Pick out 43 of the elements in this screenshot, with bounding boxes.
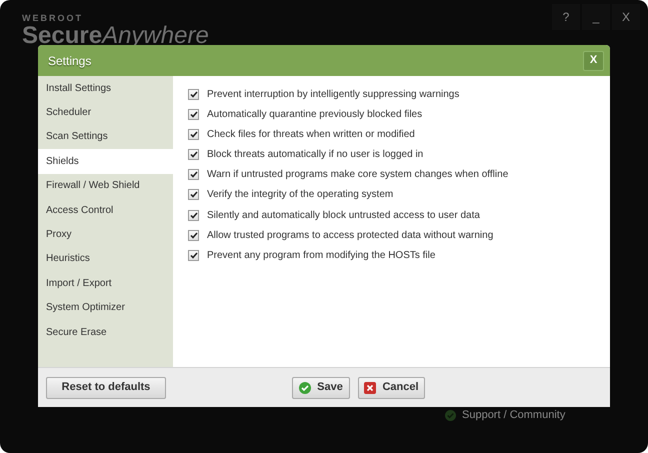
- reset-button[interactable]: Reset to defaults: [46, 376, 166, 398]
- checkbox[interactable]: [188, 108, 199, 120]
- checkbox[interactable]: [188, 88, 199, 100]
- window-button[interactable]: _: [582, 4, 610, 30]
- checkbox[interactable]: [188, 210, 199, 221]
- check-icon: [299, 382, 312, 394]
- sidebar-item[interactable]: Shields: [38, 149, 173, 174]
- close-button[interactable]: X: [583, 50, 604, 70]
- sidebar-item[interactable]: Access Control: [38, 198, 173, 222]
- sidebar-item[interactable]: Install Settings: [38, 76, 173, 100]
- support-link[interactable]: Support / Community: [462, 407, 566, 424]
- checkbox[interactable]: [188, 189, 199, 200]
- checkbox[interactable]: [188, 250, 199, 261]
- option-label: Silently and automatically block untrusted access to user data: [207, 208, 480, 223]
- option-label: Warn if untrusted programs make core system changes when offline: [207, 168, 508, 182]
- cancel-button[interactable]: Cancel: [358, 376, 425, 398]
- sidebar-item[interactable]: Proxy: [38, 222, 173, 247]
- dialog-title: Settings: [48, 52, 92, 70]
- window-button[interactable]: X: [612, 4, 640, 30]
- sidebar-item[interactable]: Firewall / Web Shield: [38, 174, 173, 198]
- sidebar-item[interactable]: Heuristics: [38, 246, 173, 272]
- checkbox[interactable]: [188, 169, 199, 180]
- sidebar-item[interactable]: System Optimizer: [38, 296, 173, 320]
- checkbox[interactable]: [188, 230, 199, 241]
- checkbox[interactable]: [188, 149, 199, 160]
- option-label: Check files for threats when written or modified: [207, 128, 415, 142]
- checkbox[interactable]: [188, 128, 199, 140]
- product-name: SecureAnywhere: [22, 22, 209, 48]
- sidebar-item[interactable]: Secure Erase: [38, 320, 173, 344]
- option-label: Prevent interruption by intelligently suppressing warnings: [207, 88, 460, 102]
- option-label: Block threats automatically if no user is logged in: [207, 148, 424, 162]
- window-button[interactable]: ?: [552, 4, 580, 30]
- option-label: Prevent any program from modifying the HOSTs file: [207, 249, 436, 263]
- sidebar-item[interactable]: Import / Export: [38, 271, 173, 296]
- close-icon: [364, 382, 376, 394]
- sidebar-item[interactable]: Scheduler: [38, 100, 173, 125]
- check-icon: [445, 410, 456, 421]
- sidebar-item[interactable]: Scan Settings: [38, 124, 173, 150]
- save-button[interactable]: Save: [292, 376, 350, 398]
- option-label: Verify the integrity of the operating system: [207, 188, 394, 202]
- brand-label: WEBROOT: [22, 12, 84, 25]
- option-label: Automatically quarantine previously blocked files: [207, 108, 422, 122]
- option-label: Allow trusted programs to access protected data without warning: [207, 228, 494, 243]
